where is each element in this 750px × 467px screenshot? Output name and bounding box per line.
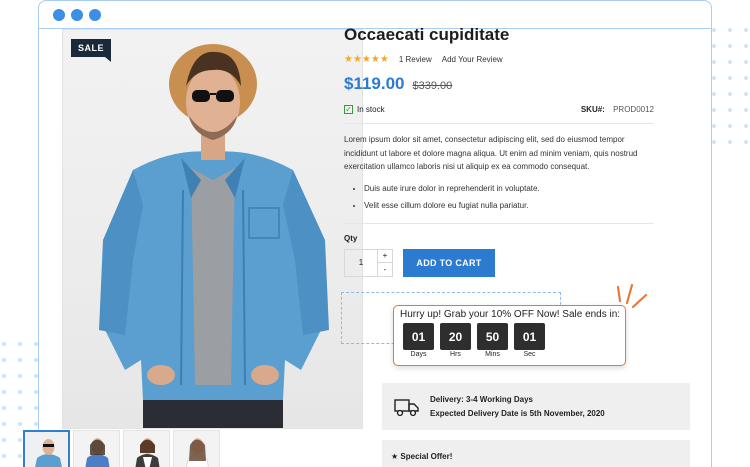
window-dot-icon xyxy=(89,8,101,21)
add-review-link[interactable]: Add Your Review xyxy=(442,55,503,64)
sku: SKU#: PROD0012 xyxy=(580,105,654,114)
special-offer: ★ Special Offer! xyxy=(382,440,690,467)
countdown-minutes: 50 Mins xyxy=(477,323,508,358)
list-item: Duis aute irure dolor in reprehenderit i… xyxy=(364,180,654,197)
quantity-steps: + - xyxy=(377,249,392,276)
decorative-dots-right xyxy=(712,28,748,144)
stock-row: ✓ In stock SKU#: PROD0012 xyxy=(344,105,654,124)
divider xyxy=(344,222,654,224)
sale-badge: SALE xyxy=(71,39,112,62)
list-item: Velit esse cillum dolore eu fugiat nulla… xyxy=(364,197,654,214)
window-dot-icon xyxy=(53,8,65,21)
cart-row: 1 + - ADD TO CART xyxy=(344,248,654,277)
old-price: $339.00 xyxy=(412,80,453,92)
page: SALE Occaecati cupiditate ★★★★★ 1 Review… xyxy=(0,0,750,467)
thumbnail[interactable] xyxy=(23,430,70,467)
add-to-cart-button[interactable]: ADD TO CART xyxy=(403,248,495,277)
qty-label: Qty xyxy=(344,233,358,243)
special-offer-label: ★ Special Offer! xyxy=(391,452,453,461)
product-description: Lorem ipsum dolor sit amet, consectetur … xyxy=(344,135,638,171)
increment-button[interactable]: + xyxy=(378,250,392,263)
rating-stars-icon: ★★★★★ xyxy=(344,54,389,65)
current-price: $119.00 xyxy=(344,74,405,93)
thumbnail-image xyxy=(74,431,119,467)
product-title: Occaecati cupiditate xyxy=(344,25,510,44)
countdown-days: 01 Days xyxy=(403,323,434,358)
thumbnail[interactable] xyxy=(123,430,170,467)
review-count[interactable]: 1 Review xyxy=(399,55,432,64)
quantity-input[interactable]: 1 xyxy=(345,250,377,276)
decrement-button[interactable]: - xyxy=(378,263,392,276)
countdown-message: Hurry up! Grab your 10% OFF Now! Sale en… xyxy=(400,309,621,320)
feature-list: Duis aute irure dolor in reprehenderit i… xyxy=(344,180,654,214)
window-dot-icon xyxy=(71,8,83,21)
product-photo xyxy=(99,44,329,428)
sale-countdown: Hurry up! Grab your 10% OFF Now! Sale en… xyxy=(393,305,626,366)
delivery-text: Delivery: 3-4 Working Days Expected Deli… xyxy=(430,394,605,418)
thumbnail-image xyxy=(174,431,219,467)
rating-row: ★★★★★ 1 Review Add Your Review xyxy=(344,54,654,65)
product-image[interactable]: SALE xyxy=(62,29,363,429)
checkmark-icon: ✓ xyxy=(344,104,353,114)
quantity-stepper: 1 + - xyxy=(344,248,393,277)
product-details: Occaecati cupiditate ★★★★★ 1 Review Add … xyxy=(344,24,654,277)
countdown-seconds: 01 Sec xyxy=(514,323,545,358)
delivery-truck-icon xyxy=(394,398,419,416)
thumbnail[interactable] xyxy=(173,430,220,467)
thumbnail-image xyxy=(25,432,68,467)
price-row: $119.00 $339.00 xyxy=(344,74,654,94)
thumbnail-strip xyxy=(23,430,220,467)
thumbnail[interactable] xyxy=(73,430,120,467)
countdown-hours: 20 Hrs xyxy=(440,323,471,358)
stock-status: ✓ In stock xyxy=(344,104,385,114)
countdown-timers: 01 Days 20 Hrs 50 Mins 01 Sec xyxy=(400,323,619,358)
thumbnail-image xyxy=(124,431,169,467)
delivery-info: Delivery: 3-4 Working Days Expected Deli… xyxy=(382,383,690,430)
